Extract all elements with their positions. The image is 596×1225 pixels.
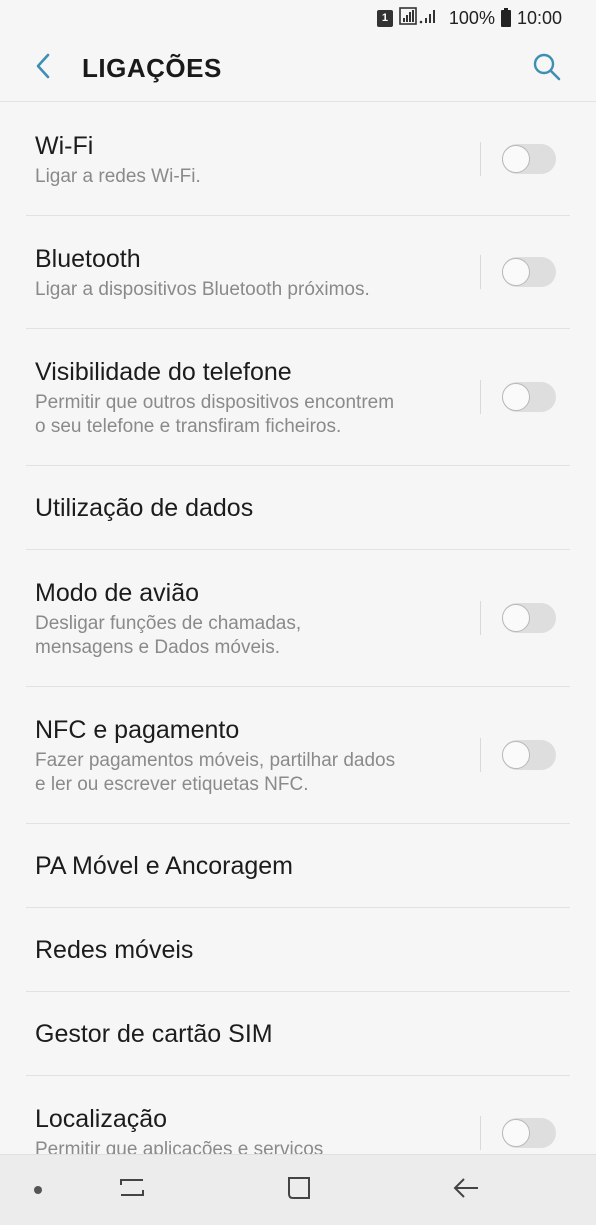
recents-icon bbox=[117, 1175, 147, 1206]
setting-title: Utilização de dados bbox=[35, 493, 254, 522]
setting-phone-visibility[interactable]: Visibilidade do telefone Permitir que ou… bbox=[26, 329, 570, 466]
setting-sim-manager[interactable]: Gestor de cartão SIM bbox=[26, 992, 570, 1076]
home-icon bbox=[285, 1174, 313, 1207]
clock: 10:00 bbox=[516, 7, 562, 28]
setting-title: Visibilidade do telefone bbox=[35, 357, 292, 386]
setting-airplane-mode[interactable]: Modo de avião Desligar funções de chamad… bbox=[26, 550, 570, 687]
setting-bluetooth[interactable]: Bluetooth Ligar a dispositivos Bluetooth… bbox=[26, 216, 570, 329]
signal-icon bbox=[399, 6, 443, 30]
phone-visibility-toggle[interactable] bbox=[502, 382, 556, 412]
app-bar: LIGAÇÕES bbox=[0, 36, 596, 102]
toggle-knob bbox=[502, 1118, 530, 1147]
back-arrow-icon bbox=[451, 1175, 481, 1206]
search-button[interactable] bbox=[524, 46, 570, 92]
toggle-knob bbox=[502, 604, 530, 632]
toggle-knob bbox=[502, 383, 530, 411]
setting-subtitle: Ligar a dispositivos Bluetooth próximos. bbox=[35, 278, 370, 300]
search-icon bbox=[532, 52, 562, 87]
page-title: LIGAÇÕES bbox=[82, 53, 222, 83]
toggle-knob bbox=[502, 145, 530, 173]
setting-title: Bluetooth bbox=[35, 244, 141, 273]
recents-button[interactable] bbox=[107, 1170, 157, 1210]
divider bbox=[480, 380, 481, 414]
navigation-bar bbox=[0, 1154, 596, 1225]
setting-hotspot-tethering[interactable]: PA Móvel e Ancoragem bbox=[26, 824, 570, 908]
nav-dot-indicator[interactable] bbox=[34, 1186, 42, 1194]
bluetooth-toggle[interactable] bbox=[502, 257, 556, 287]
setting-title: Localização bbox=[35, 1105, 168, 1133]
setting-title: Redes móveis bbox=[35, 935, 194, 964]
setting-subtitle: Desligar funções de chamadas, mensagens … bbox=[35, 612, 570, 660]
subtitle-line: e ler ou escrever etiquetas NFC. bbox=[35, 773, 309, 795]
chevron-left-icon bbox=[33, 52, 53, 85]
subtitle-line: Permitir que outros dispositivos encontr… bbox=[35, 391, 395, 413]
toggle-knob bbox=[502, 741, 530, 769]
wifi-toggle[interactable] bbox=[502, 144, 556, 174]
status-bar: 1 100% 10:00 bbox=[0, 0, 596, 36]
setting-title: PA Móvel e Ancoragem bbox=[35, 851, 294, 880]
setting-data-usage[interactable]: Utilização de dados bbox=[26, 466, 570, 550]
subtitle-line: mensagens e Dados móveis. bbox=[35, 636, 281, 658]
setting-nfc-payment[interactable]: NFC e pagamento Fazer pagamentos móveis,… bbox=[26, 687, 570, 824]
divider bbox=[480, 255, 481, 289]
location-toggle[interactable] bbox=[502, 1117, 556, 1148]
subtitle-line: Desligar funções de chamadas, bbox=[35, 612, 302, 634]
divider bbox=[480, 738, 481, 772]
nav-back-button[interactable] bbox=[441, 1170, 491, 1210]
airplane-mode-toggle[interactable] bbox=[502, 603, 556, 633]
setting-title: Wi-Fi bbox=[35, 131, 94, 160]
setting-subtitle: Ligar a redes Wi-Fi. bbox=[35, 165, 201, 187]
divider bbox=[480, 1115, 481, 1150]
home-button[interactable] bbox=[274, 1170, 324, 1210]
subtitle-line: Fazer pagamentos móveis, partilhar dados bbox=[35, 749, 396, 771]
setting-wifi[interactable]: Wi-Fi Ligar a redes Wi-Fi. bbox=[26, 103, 570, 216]
setting-title: Gestor de cartão SIM bbox=[35, 1019, 273, 1048]
back-button[interactable] bbox=[18, 44, 68, 94]
battery-percent: 100% bbox=[448, 7, 495, 28]
setting-title: NFC e pagamento bbox=[35, 715, 240, 744]
setting-mobile-networks[interactable]: Redes móveis bbox=[26, 908, 570, 992]
battery-icon bbox=[500, 7, 511, 27]
toggle-knob bbox=[502, 258, 530, 286]
divider bbox=[480, 601, 481, 635]
setting-title: Modo de avião bbox=[35, 578, 200, 607]
setting-subtitle: Fazer pagamentos móveis, partilhar dados… bbox=[35, 749, 570, 797]
nfc-toggle[interactable] bbox=[502, 740, 556, 770]
subtitle-line: o seu telefone e transfiram ficheiros. bbox=[35, 415, 342, 437]
divider bbox=[480, 142, 481, 176]
setting-subtitle: Permitir que outros dispositivos encontr… bbox=[35, 391, 570, 439]
settings-list: Wi-Fi Ligar a redes Wi-Fi. Bluetooth Lig… bbox=[0, 103, 596, 1189]
sim-badge: 1 bbox=[376, 9, 393, 27]
